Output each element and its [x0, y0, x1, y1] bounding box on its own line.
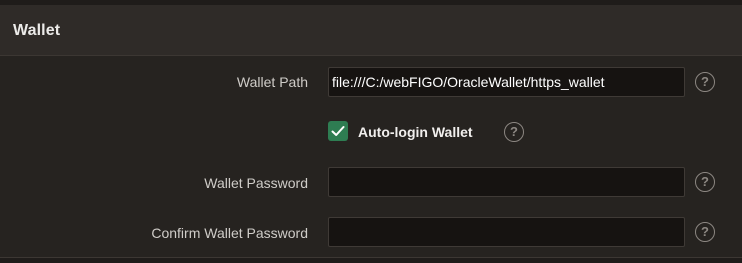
confirm-wallet-password-help-icon[interactable]: ?: [695, 222, 715, 242]
section-header: Wallet: [0, 5, 742, 56]
section-title: Wallet: [13, 22, 61, 39]
wallet-path-label: Wallet Path: [236, 74, 308, 90]
confirm-wallet-password-label: Confirm Wallet Password: [151, 225, 308, 241]
wallet-password-help-icon[interactable]: ?: [695, 172, 715, 192]
auto-login-help-icon[interactable]: ?: [504, 122, 524, 142]
auto-login-checkbox[interactable]: [328, 121, 348, 141]
wallet-path-input[interactable]: [328, 67, 685, 97]
confirm-wallet-password-input[interactable]: [328, 217, 685, 247]
wallet-password-input[interactable]: [328, 167, 685, 197]
wallet-password-label: Wallet Password: [204, 175, 308, 191]
wallet-path-help-icon[interactable]: ?: [695, 72, 715, 92]
checkmark-icon: [331, 126, 345, 136]
wallet-panel: Wallet Wallet Path ? Auto-login Wallet ?…: [0, 0, 742, 263]
bottom-divider: [0, 257, 742, 263]
auto-login-label[interactable]: Auto-login Wallet: [358, 124, 473, 140]
